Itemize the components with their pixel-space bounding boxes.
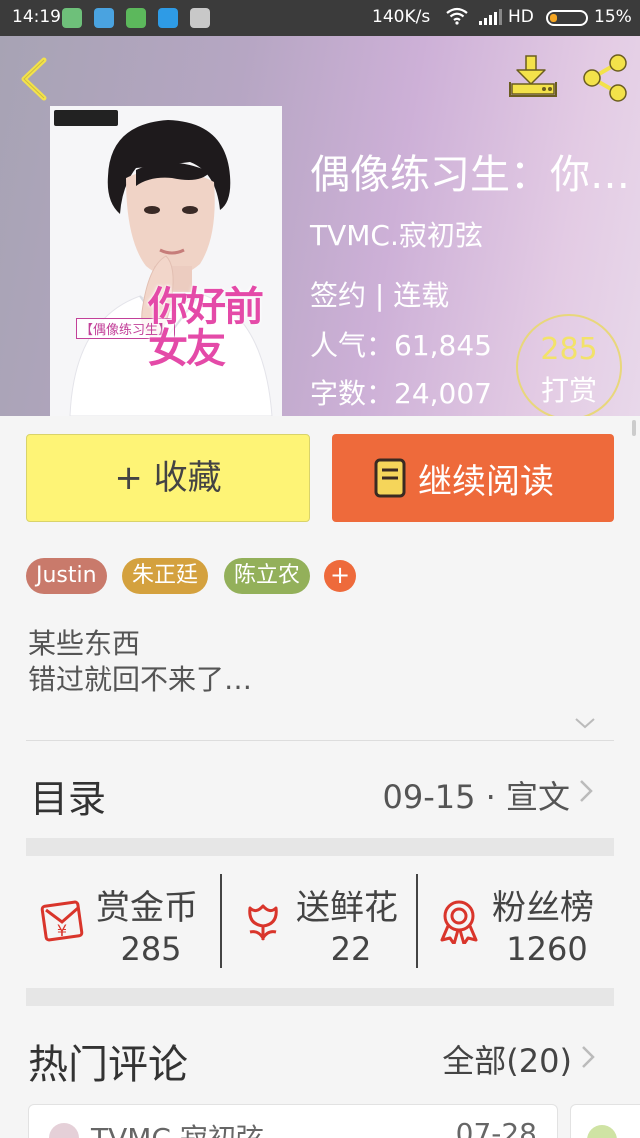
share-icon[interactable]: [578, 52, 632, 104]
browser-app-icon: [94, 8, 114, 28]
medal-icon: [440, 900, 478, 944]
catalog-row[interactable]: 目录 09-15 · 宣文: [0, 744, 640, 836]
status-bar: 14:19 140K/s HD 15%: [0, 0, 640, 36]
avatar: [49, 1123, 79, 1138]
chevron-right-icon[interactable]: [580, 1044, 596, 1070]
stat-label: 赏金币: [96, 888, 198, 928]
stat-flowers[interactable]: 送鲜花 22: [240, 856, 416, 986]
chevron-right-icon: [580, 780, 593, 802]
divider: [26, 740, 614, 741]
stat-value: 285: [120, 930, 182, 968]
section-separator: [26, 838, 614, 856]
comment-card[interactable]: TVMC.寂初弦 07-28: [28, 1104, 558, 1138]
stat-gold-coins[interactable]: ¥ 赏金币 285: [40, 856, 216, 986]
continue-reading-label: 继续阅读: [418, 462, 554, 502]
book-header: 【偶像练习生】 你好前女友 偶像练习生：你好前女友 TVMC.寂初弦 签约 | …: [0, 36, 640, 416]
tip-count: 285: [540, 332, 598, 367]
tag-chen-linong[interactable]: 陈立农: [224, 558, 311, 594]
add-to-collection-button[interactable]: + 收藏: [26, 434, 310, 522]
section-separator: [26, 988, 614, 1006]
catalog-title: 目录: [30, 777, 107, 821]
latest-chapter: 09-15 · 宣文: [382, 778, 570, 816]
scrollbar[interactable]: [632, 420, 636, 436]
chat-app-icon: [158, 8, 178, 28]
book-title: 偶像练习生：你好前女友: [310, 152, 640, 198]
qu-app-icon: [126, 8, 146, 28]
download-icon[interactable]: [506, 54, 560, 102]
book-popularity: 人气：61,845: [310, 329, 492, 362]
stats-row: ¥ 赏金币 285 送鲜花 22 粉丝榜 1260: [0, 856, 640, 986]
tip-label: 打赏: [540, 374, 597, 407]
battery-level: 15%: [594, 7, 632, 27]
flower-icon: [248, 904, 278, 941]
book-author[interactable]: TVMC.寂初弦: [310, 214, 483, 254]
signal-icon: [479, 9, 502, 25]
chevron-down-icon[interactable]: [574, 716, 596, 730]
hot-comments-title: 热门评论: [28, 1042, 188, 1088]
stat-value: 1260: [506, 930, 588, 968]
comment-card[interactable]: [570, 1104, 640, 1138]
stat-divider: [416, 874, 418, 968]
avatar: [587, 1125, 617, 1138]
tip-button[interactable]: 285 打赏: [516, 314, 622, 416]
add-tag-button[interactable]: +: [324, 560, 356, 592]
book-status: 签约 | 连载: [310, 279, 450, 312]
status-time: 14:19: [12, 7, 61, 27]
hot-comments-header: 热门评论 全部(20): [0, 1020, 640, 1100]
battery-icon: [546, 10, 588, 26]
svg-text:¥: ¥: [57, 921, 67, 940]
comment-date: 07-28: [455, 1117, 537, 1138]
stat-label: 粉丝榜: [492, 888, 594, 928]
book-icon: [374, 458, 406, 498]
tag-zhu-zhengting[interactable]: 朱正廷: [122, 558, 209, 594]
stat-value: 22: [330, 930, 372, 968]
notes-app-icon: [190, 8, 210, 28]
book-word-count: 字数：24,007: [310, 377, 492, 410]
all-comments-link[interactable]: 全部(20): [442, 1036, 572, 1082]
network-type: HD: [508, 7, 534, 27]
stat-label: 送鲜花: [296, 888, 398, 928]
back-icon[interactable]: [14, 54, 54, 104]
network-speed: 140K/s: [372, 7, 431, 27]
red-envelope-icon: ¥: [40, 900, 84, 942]
synopsis-line-2: 错过就回不来了…: [28, 663, 253, 696]
wifi-icon: [446, 7, 468, 25]
book-synopsis: 某些东西 错过就回不来了…: [28, 626, 252, 698]
comment-username: TVMC.寂初弦: [91, 1117, 264, 1138]
cover-title-art: 你好前女友: [148, 283, 264, 372]
continue-reading-button[interactable]: 继续阅读: [332, 434, 614, 522]
stat-divider: [220, 874, 222, 968]
book-cover[interactable]: 【偶像练习生】 你好前女友: [50, 106, 282, 416]
tag-justin[interactable]: Justin: [26, 558, 107, 594]
publisher-logo: [54, 110, 118, 126]
synopsis-line-1: 某些东西: [28, 627, 141, 660]
shield-app-icon: [62, 8, 82, 28]
stat-fan-ranking[interactable]: 粉丝榜 1260: [436, 856, 612, 986]
